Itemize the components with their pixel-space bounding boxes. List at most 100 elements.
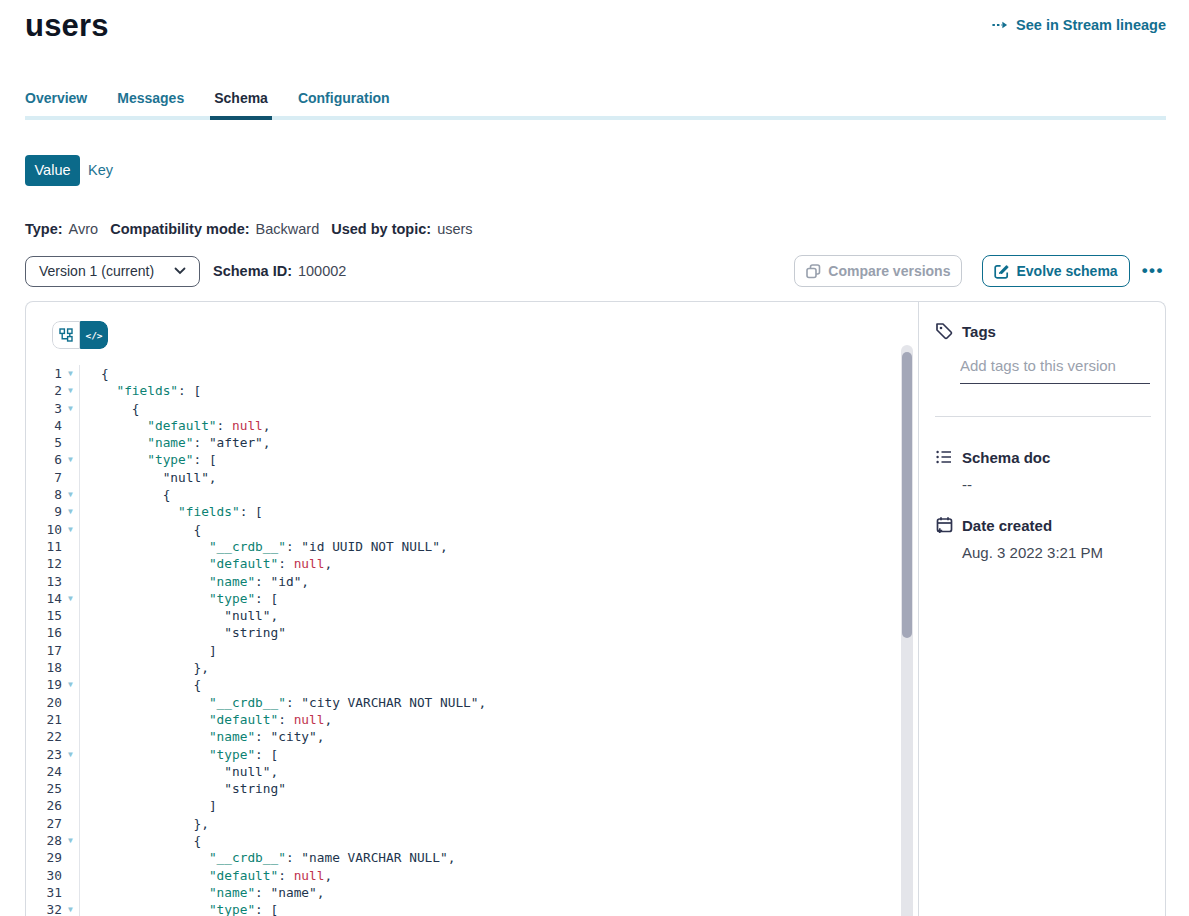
- code-text: "default": null,: [79, 711, 918, 728]
- code-text: "null",: [79, 763, 918, 780]
- fold-arrow-icon[interactable]: ▼: [62, 746, 79, 763]
- code-view-button[interactable]: </>: [80, 321, 108, 349]
- fold-arrow-icon[interactable]: ▼: [62, 503, 79, 520]
- line-number: 26: [26, 797, 62, 814]
- code-text: "name": "city",: [79, 728, 918, 745]
- schema-id-value: 100002: [298, 263, 346, 279]
- code-text: "fields": [: [79, 382, 918, 399]
- code-editor[interactable]: 1▼{2▼ "fields": [3▼ {4 "default": null,5…: [26, 365, 918, 916]
- line-number: 17: [26, 642, 62, 659]
- code-text: "default": null,: [79, 867, 918, 884]
- calendar-plus-icon: [935, 516, 953, 534]
- line-number: 4: [26, 417, 62, 434]
- type-value: Avro: [69, 221, 99, 237]
- fold-spacer: [62, 659, 79, 676]
- code-text: "__crdb__": "city VARCHAR NOT NULL",: [79, 694, 918, 711]
- version-select[interactable]: Version 1 (current): [25, 256, 200, 287]
- value-toggle-button[interactable]: Value: [25, 155, 80, 186]
- compat-label: Compatibility mode:: [110, 221, 249, 237]
- code-text: "fields": [: [79, 503, 918, 520]
- serde-toggle: Value Key: [25, 154, 1166, 186]
- code-line: 5 "name": "after",: [26, 434, 918, 451]
- tab-overview[interactable]: Overview: [25, 90, 87, 106]
- fold-spacer: [62, 694, 79, 711]
- code-text: "name": "id",: [79, 573, 918, 590]
- page-title: users: [25, 8, 109, 44]
- key-toggle-button[interactable]: Key: [80, 154, 121, 186]
- line-number: 21: [26, 711, 62, 728]
- lineage-arrow-icon: [991, 16, 1009, 34]
- code-line: 12 "default": null,: [26, 555, 918, 572]
- compat-value: Backward: [256, 221, 320, 237]
- code-text: },: [79, 815, 918, 832]
- code-text: "null",: [79, 469, 918, 486]
- line-number: 22: [26, 728, 62, 745]
- line-number: 5: [26, 434, 62, 451]
- compare-icon: [806, 264, 821, 279]
- code-text: {: [79, 521, 918, 538]
- fold-spacer: [62, 434, 79, 451]
- code-line: 16 "string": [26, 624, 918, 641]
- code-pane: </> 1▼{2▼ "fields": [3▼ {4 "default": nu…: [26, 302, 918, 916]
- fold-spacer: [62, 573, 79, 590]
- tags-title: Tags: [962, 323, 996, 340]
- fold-spacer: [62, 728, 79, 745]
- evolve-schema-button[interactable]: Evolve schema: [982, 255, 1129, 287]
- date-created-section: Date created Aug. 3 2022 3:21 PM: [935, 516, 1151, 561]
- code-line: 6▼ "type": [: [26, 451, 918, 468]
- code-text: ]: [79, 642, 918, 659]
- code-line: 24 "null",: [26, 763, 918, 780]
- line-number: 20: [26, 694, 62, 711]
- more-actions-button[interactable]: •••: [1140, 257, 1166, 285]
- code-text: "string": [79, 780, 918, 797]
- fold-arrow-icon[interactable]: ▼: [62, 382, 79, 399]
- fold-arrow-icon[interactable]: ▼: [62, 676, 79, 693]
- compare-versions-button[interactable]: Compare versions: [794, 255, 962, 287]
- code-line: 7 "null",: [26, 469, 918, 486]
- tree-view-button[interactable]: [52, 321, 80, 349]
- code-line: 25 "string": [26, 780, 918, 797]
- tab-schema[interactable]: Schema: [214, 90, 268, 106]
- fold-arrow-icon[interactable]: ▼: [62, 365, 79, 382]
- line-number: 11: [26, 538, 62, 555]
- line-number: 7: [26, 469, 62, 486]
- fold-arrow-icon[interactable]: ▼: [62, 521, 79, 538]
- line-number: 15: [26, 607, 62, 624]
- fold-arrow-icon[interactable]: ▼: [62, 486, 79, 503]
- fold-spacer: [62, 555, 79, 572]
- code-text: "default": null,: [79, 555, 918, 572]
- code-text: "__crdb__": "id UUID NOT NULL",: [79, 538, 918, 555]
- code-text: "__crdb__": "name VARCHAR NULL",: [79, 849, 918, 866]
- line-number: 14: [26, 590, 62, 607]
- tab-messages[interactable]: Messages: [117, 90, 184, 106]
- topic-link[interactable]: users: [437, 221, 472, 237]
- code-view-icon: </>: [85, 330, 102, 341]
- stream-lineage-link[interactable]: See in Stream lineage: [991, 16, 1166, 34]
- code-scrollbar-thumb[interactable]: [902, 352, 912, 638]
- fold-spacer: [62, 849, 79, 866]
- code-line: 11 "__crdb__": "id UUID NOT NULL",: [26, 538, 918, 555]
- add-tags-input[interactable]: [960, 357, 1150, 384]
- line-number: 10: [26, 521, 62, 538]
- code-line: 1▼{: [26, 365, 918, 382]
- type-label: Type:: [25, 221, 63, 237]
- code-line: 32▼ "type": [: [26, 901, 918, 916]
- schema-doc-value: --: [962, 476, 1151, 493]
- fold-arrow-icon[interactable]: ▼: [62, 832, 79, 849]
- fold-arrow-icon[interactable]: ▼: [62, 901, 79, 916]
- code-line: 30 "default": null,: [26, 867, 918, 884]
- fold-arrow-icon[interactable]: ▼: [62, 590, 79, 607]
- version-bar: Version 1 (current) Schema ID: 100002 Co…: [25, 254, 1166, 288]
- fold-spacer: [62, 711, 79, 728]
- code-scrollbar[interactable]: [901, 345, 913, 916]
- tab-configuration[interactable]: Configuration: [298, 90, 390, 106]
- code-line: 14▼ "type": [: [26, 590, 918, 607]
- chevron-down-icon: [174, 265, 186, 277]
- fold-spacer: [62, 867, 79, 884]
- code-line: 10▼ {: [26, 521, 918, 538]
- fold-arrow-icon[interactable]: ▼: [62, 400, 79, 417]
- schema-doc-section: Schema doc --: [935, 448, 1151, 493]
- line-number: 8: [26, 486, 62, 503]
- fold-arrow-icon[interactable]: ▼: [62, 451, 79, 468]
- code-text: "type": [: [79, 746, 918, 763]
